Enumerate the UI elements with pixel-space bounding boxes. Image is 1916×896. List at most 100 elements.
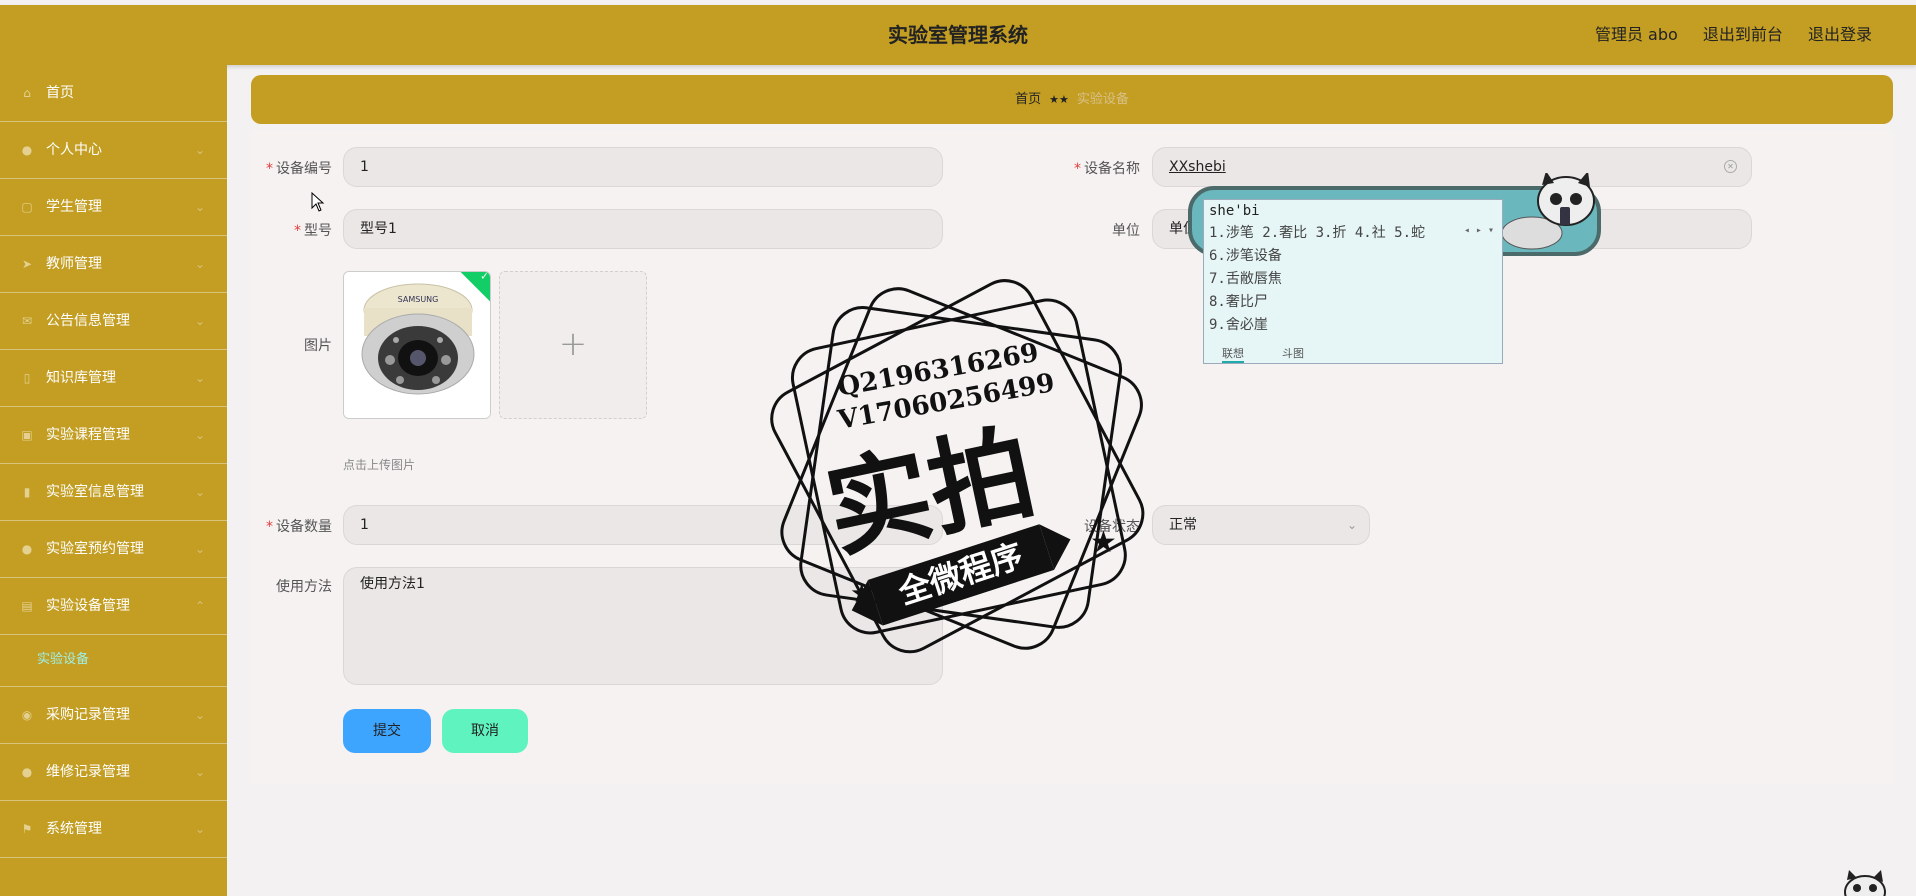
- chart-icon: ▮: [23, 485, 31, 499]
- model-input[interactable]: 型号1: [343, 209, 943, 249]
- ime-pinyin: she'bi: [1209, 203, 1260, 219]
- chevron-down-icon: ⌄: [194, 371, 205, 385]
- mail-icon: ✉: [21, 314, 33, 328]
- sidebar-item-reservations[interactable]: ● 实验室预约管理 ⌄: [0, 521, 227, 578]
- image-upload-button[interactable]: +: [499, 271, 647, 419]
- chevron-down-icon: ⌄: [194, 542, 205, 556]
- cancel-button[interactable]: 取消: [442, 709, 528, 753]
- image-label: 图片: [304, 338, 332, 354]
- ime-tab-sticker[interactable]: 斗图: [1282, 345, 1304, 361]
- breadcrumb: 首页 ★★ 实验设备: [251, 75, 1893, 124]
- teacher-icon: ➤: [21, 257, 33, 271]
- sidebar-item-label: 公告信息管理: [46, 313, 130, 329]
- chevron-down-icon: ⌄: [1346, 518, 1357, 532]
- sidebar-item-devices[interactable]: ▤ 实验设备管理 ⌃: [0, 578, 227, 635]
- upload-hint: 点击上传图片: [343, 458, 416, 472]
- sidebar-item-repairs[interactable]: ● 维修记录管理 ⌄: [0, 744, 227, 801]
- check-icon: ✓: [480, 271, 489, 283]
- ime-candidate[interactable]: 6.涉笔设备: [1209, 245, 1282, 265]
- sidebar-item-courses[interactable]: ▣ 实验课程管理 ⌄: [0, 407, 227, 464]
- sidebar-item-knowledge[interactable]: ▯ 知识库管理 ⌄: [0, 350, 227, 407]
- ime-candidate[interactable]: 8.奢比尸: [1209, 291, 1268, 311]
- camera-brand-text: SAMSUNG: [398, 295, 439, 304]
- device-name-label: * 设备名称: [1074, 161, 1140, 177]
- student-icon: ▢: [21, 200, 33, 214]
- usage-label: 使用方法: [276, 579, 332, 595]
- chevron-down-icon: ⌄: [194, 708, 205, 722]
- flag-icon: ⚑: [21, 822, 33, 836]
- ime-candidate-window: she'bi 1.涉笔 2.奢比 3.折 4.社 5.蛇 ◂ ▸ ▾ 6.涉笔设…: [1203, 199, 1503, 364]
- sidebar-item-system[interactable]: ⚑ 系统管理 ⌄: [0, 801, 227, 858]
- plus-icon: +: [558, 324, 588, 364]
- sidebar-item-purchases[interactable]: ◉ 采购记录管理 ⌄: [0, 687, 227, 744]
- ime-candidate[interactable]: 9.舍必崖: [1209, 314, 1268, 334]
- ime-candidates-row[interactable]: 1.涉笔 2.奢比 3.折 4.社 5.蛇: [1209, 222, 1425, 242]
- chevron-down-icon: ⌄: [194, 822, 205, 836]
- sidebar-item-labs[interactable]: ▮ 实验室信息管理 ⌄: [0, 464, 227, 521]
- sidebar-item-label: 个人中心: [46, 142, 102, 158]
- person-icon: ●: [21, 765, 33, 779]
- sidebar-item-label: 实验设备管理: [46, 598, 130, 614]
- top-header: 实验室管理系统 管理员 abo 退出到前台 退出登录: [0, 5, 1916, 65]
- sidebar-item-profile[interactable]: ● 个人中心 ⌄: [0, 122, 227, 179]
- ime-pager-icon[interactable]: ◂ ▸ ▾: [1464, 225, 1494, 236]
- device-no-input[interactable]: 1: [343, 147, 943, 187]
- device-icon: ▤: [21, 599, 33, 613]
- ime-footer: 联想 斗图: [1204, 343, 1502, 363]
- quantity-label: * 设备数量: [266, 519, 332, 535]
- logout-link[interactable]: 退出登录: [1808, 25, 1872, 44]
- sidebar-subitem-devices[interactable]: 实验设备: [0, 635, 227, 687]
- sidebar: ⌂ 首页 ● 个人中心 ⌄ ▢ 学生管理 ⌄ ➤ 教师管理 ⌄ ✉ 公告信息管理 ⌄ ▯ 知识库管理…: [0, 65, 227, 896]
- header-actions: 管理员 abo 退出到前台 退出登录: [1575, 5, 1872, 65]
- device-name-input[interactable]: XXshebi ✕: [1152, 147, 1752, 187]
- sidebar-item-label: 采购记录管理: [46, 707, 130, 723]
- ime-tab-association[interactable]: 联想: [1222, 345, 1244, 363]
- course-icon: ▣: [21, 428, 33, 442]
- device-no-label: * 设备编号: [266, 161, 332, 177]
- chevron-down-icon: ⌄: [194, 143, 205, 157]
- chevron-down-icon: ⌄: [194, 200, 205, 214]
- chevron-down-icon: ⌄: [194, 257, 205, 271]
- breadcrumb-current: 实验设备: [1076, 92, 1129, 107]
- sidebar-item-label: 学生管理: [46, 199, 102, 215]
- back-to-front-link[interactable]: 退出到前台: [1703, 25, 1783, 44]
- user-icon: ●: [21, 143, 33, 157]
- clear-icon[interactable]: ✕: [1724, 160, 1737, 173]
- mouse-cursor-icon: [311, 192, 325, 212]
- sidebar-item-label: 教师管理: [46, 256, 102, 272]
- person-icon: ●: [21, 542, 33, 556]
- sidebar-item-home[interactable]: ⌂ 首页: [0, 65, 227, 122]
- sidebar-item-label: 实验室预约管理: [46, 541, 144, 557]
- sidebar-item-notices[interactable]: ✉ 公告信息管理 ⌄: [0, 293, 227, 350]
- uploaded-image-thumbnail[interactable]: SAMSUNG ✓: [343, 271, 491, 419]
- chevron-up-icon: ⌃: [194, 599, 205, 613]
- status-label: 设备状态: [1084, 519, 1140, 535]
- sidebar-item-label: 实验课程管理: [46, 427, 130, 443]
- sidebar-item-label: 维修记录管理: [46, 764, 130, 780]
- submit-button[interactable]: 提交: [343, 709, 431, 753]
- chevron-down-icon: ⌄: [194, 428, 205, 442]
- unit-label: 单位: [1112, 223, 1140, 239]
- chevron-down-icon: ⌄: [194, 314, 205, 328]
- admin-user-label: 管理员 abo: [1594, 25, 1678, 44]
- quantity-input[interactable]: 1: [343, 505, 943, 545]
- camera-image: SAMSUNG: [344, 272, 490, 418]
- sidebar-item-label: 知识库管理: [46, 370, 116, 386]
- breadcrumb-home[interactable]: 首页: [1015, 92, 1041, 107]
- sidebar-item-label: 首页: [46, 85, 74, 101]
- sidebar-item-students[interactable]: ▢ 学生管理 ⌄: [0, 179, 227, 236]
- sidebar-item-label: 实验室信息管理: [46, 484, 144, 500]
- chevron-down-icon: ⌄: [194, 765, 205, 779]
- location-icon: ◉: [21, 708, 33, 722]
- corner-cat-icon: [1844, 870, 1886, 896]
- sidebar-item-teachers[interactable]: ➤ 教师管理 ⌄: [0, 236, 227, 293]
- sidebar-item-label: 系统管理: [46, 821, 102, 837]
- book-icon: ▯: [23, 371, 31, 385]
- usage-textarea[interactable]: 使用方法1: [343, 567, 943, 685]
- ime-cat-mascot-icon: [1502, 173, 1595, 250]
- ime-candidate[interactable]: 7.舌敝唇焦: [1209, 268, 1282, 288]
- status-select[interactable]: 正常 ⌄: [1152, 505, 1370, 545]
- model-label: * 型号: [294, 223, 332, 239]
- chevron-down-icon: ⌄: [194, 485, 205, 499]
- home-icon: ⌂: [23, 86, 31, 100]
